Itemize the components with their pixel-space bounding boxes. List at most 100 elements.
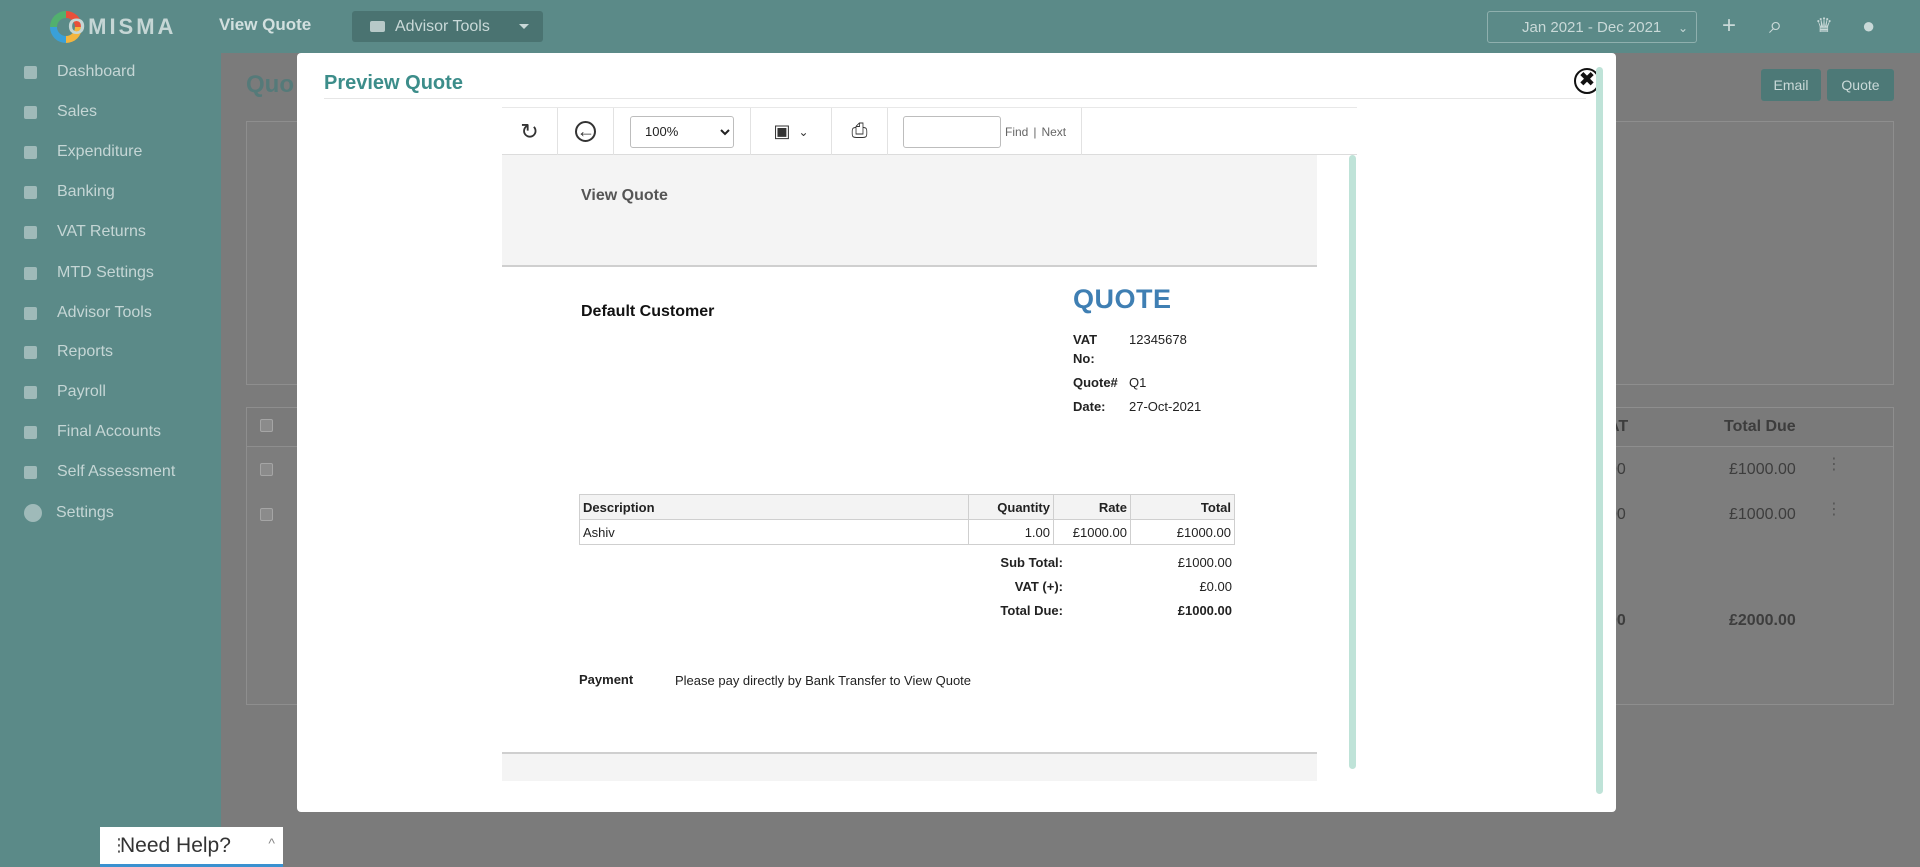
sidebar-item-label: Dashboard [57, 63, 136, 80]
row-menu-icon[interactable]: ⋮ [1826, 502, 1842, 518]
search-icon[interactable]: ⌕ [1769, 13, 1782, 39]
vat-label-line1: VAT [1073, 332, 1098, 347]
sidebar-item-reports[interactable]: Reports [24, 343, 113, 361]
period-value: Jan 2021 - Dec 2021 [1522, 18, 1662, 36]
modal-divider [324, 98, 1586, 99]
subtotal-value: £1000.00 [1177, 555, 1232, 570]
advisor-tools-button[interactable]: Advisor Tools [352, 11, 543, 42]
document-icon [24, 425, 37, 439]
bank-icon [24, 185, 37, 199]
total-due-label: Total Due: [1000, 603, 1063, 618]
crest-icon[interactable]: ♛ [1815, 13, 1833, 39]
back-button[interactable]: ← [558, 108, 614, 155]
document-header: View Quote [502, 155, 1317, 267]
sidebar-item-label: VAT Returns [57, 223, 146, 240]
drag-handle-icon[interactable]: ⋮ [110, 835, 128, 856]
cell-quantity: 1.00 [968, 519, 1054, 545]
app-logo[interactable]: OMISMA [50, 10, 176, 44]
quote-document: View Quote Default Customer QUOTE VAT No… [502, 155, 1317, 781]
report-icon [24, 345, 37, 359]
sidebar-item-label: Reports [57, 343, 114, 360]
plus-icon[interactable]: + [1722, 13, 1736, 39]
row-total-due: £1000.00 [1729, 506, 1796, 523]
sidebar-item-advisor-tools[interactable]: Advisor Tools [24, 304, 152, 322]
vat-label-line2: No: [1073, 351, 1095, 366]
need-help-label: Need Help? [120, 833, 231, 857]
document-footer [502, 752, 1317, 781]
next-link[interactable]: Next [1041, 125, 1066, 139]
sidebar-item-self-assessment[interactable]: Self Assessment [24, 463, 175, 481]
row-checkbox[interactable] [260, 463, 273, 476]
quote-button[interactable]: Quote [1827, 69, 1894, 101]
row-total-due: £1000.00 [1729, 461, 1796, 478]
payment-instructions: Please pay directly by Bank Transfer to … [675, 673, 972, 688]
print-button[interactable]: ⎙ [832, 108, 888, 155]
column-header-description: Description [579, 494, 969, 520]
customer-name: Default Customer [581, 303, 715, 320]
gear-icon [24, 504, 42, 522]
print-icon: ⎙ [851, 120, 868, 142]
chevron-up-icon[interactable]: ^ [268, 835, 275, 851]
tag-icon [24, 266, 37, 280]
need-help-widget[interactable]: ⋮ Need Help? ^ [100, 827, 283, 867]
subtotal-label: Sub Total: [1000, 555, 1063, 570]
quote-heading: QUOTE [1073, 284, 1172, 314]
chevron-down-icon: ⌄ [1677, 21, 1688, 35]
sidebar-item-label: Banking [57, 183, 115, 200]
sidebar-item-label: Self Assessment [57, 463, 176, 480]
user-icon[interactable]: ● [1862, 13, 1875, 39]
column-header-total-due: Total Due [1724, 418, 1796, 435]
row-menu-icon[interactable]: ⋮ [1826, 457, 1842, 473]
email-button[interactable]: Email [1761, 69, 1821, 101]
row-checkbox[interactable] [260, 508, 273, 521]
sidebar-item-label: Expenditure [57, 143, 143, 160]
table-row: Ashiv 1.00 £1000.00 £1000.00 [579, 519, 1235, 545]
top-navbar: OMISMA View Quote Advisor Tools Jan 2021… [0, 0, 1920, 53]
sidebar-item-final-accounts[interactable]: Final Accounts [24, 423, 161, 441]
period-select[interactable]: Jan 2021 - Dec 2021 ⌄ [1487, 11, 1697, 43]
sidebar-item-expenditure[interactable]: Expenditure [24, 143, 142, 161]
vat-no-value: 12345678 [1129, 332, 1187, 347]
sidebar-item-sales[interactable]: Sales [24, 103, 97, 121]
vat-no-label: VAT No: [1073, 330, 1097, 368]
quote-number-value: Q1 [1129, 375, 1147, 390]
dashboard-icon [24, 65, 37, 79]
top-page-title: View Quote [219, 15, 312, 34]
find-group: Find | Next [888, 108, 1082, 155]
viewer-toolbar: ↻ ← 100% ▣ ⌄ ⎙ Find | Next [502, 107, 1357, 155]
column-header-total: Total [1130, 494, 1235, 520]
caret-down-icon [519, 24, 529, 29]
back-arrow-icon: ← [575, 121, 596, 142]
modal-scrollbar[interactable] [1596, 67, 1603, 794]
sidebar-item-mtd-settings[interactable]: MTD Settings [24, 264, 154, 282]
find-separator: | [1033, 124, 1037, 139]
advisor-tools-label: Advisor Tools [395, 17, 490, 35]
zoom-select[interactable]: 100% [630, 115, 734, 148]
select-all-checkbox[interactable] [260, 419, 273, 432]
logo-text: OMISMA [68, 14, 177, 39]
preview-quote-modal: Preview Quote ✖ ↻ ← 100% ▣ ⌄ ⎙ Find | Ne… [297, 53, 1616, 812]
save-dropdown-button[interactable]: ▣ ⌄ [751, 108, 832, 155]
modal-title: Preview Quote [324, 72, 463, 94]
date-label: Date: [1073, 399, 1106, 414]
money-bag-icon [24, 145, 37, 159]
vat-total-label: VAT (+): [1014, 579, 1063, 594]
grand-total-due: £2000.00 [1729, 612, 1796, 629]
sidebar-item-payroll[interactable]: Payroll [24, 383, 106, 401]
refresh-button[interactable]: ↻ [502, 108, 558, 155]
refresh-icon [24, 225, 37, 239]
sidebar-item-settings[interactable]: Settings [24, 504, 114, 522]
column-header-quantity: Quantity [968, 494, 1054, 520]
table-header-row: Description Quantity Rate Total [579, 494, 1235, 520]
document-scrollbar[interactable] [1349, 155, 1356, 769]
sidebar-item-dashboard[interactable]: Dashboard [24, 63, 135, 81]
sidebar-item-banking[interactable]: Banking [24, 183, 115, 201]
find-input[interactable] [903, 115, 1001, 148]
sidebar-item-label: Final Accounts [57, 423, 162, 440]
sidebar-item-vat-returns[interactable]: VAT Returns [24, 223, 146, 241]
find-link[interactable]: Find [1005, 125, 1028, 139]
chevron-down-icon: ⌄ [798, 124, 809, 139]
refresh-icon: ↻ [520, 118, 539, 144]
cell-total: £1000.00 [1130, 519, 1235, 545]
zoom-cell: 100% [614, 108, 751, 155]
